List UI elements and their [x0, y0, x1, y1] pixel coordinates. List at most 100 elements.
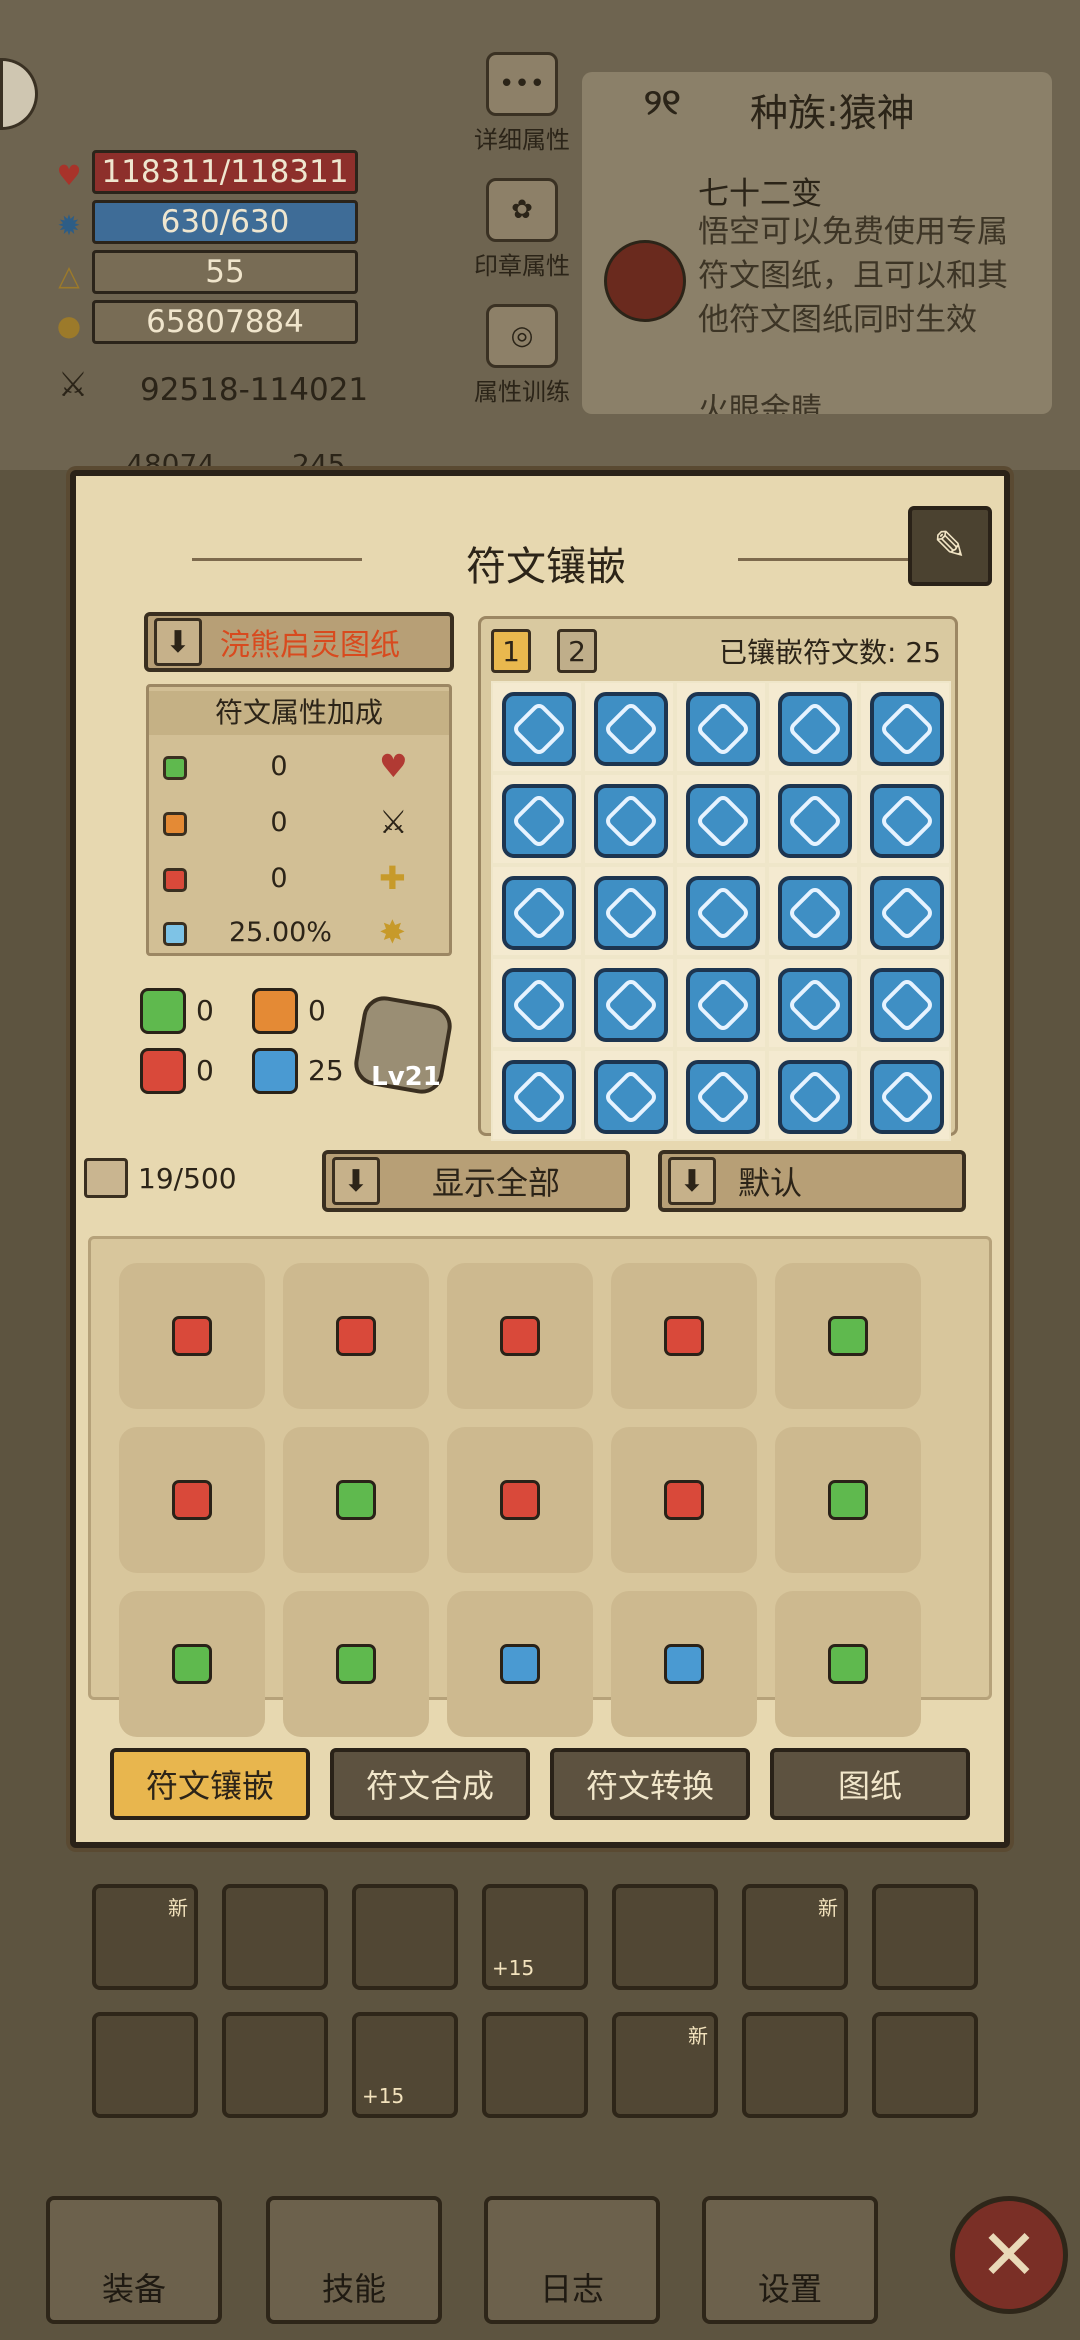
equipment-slot[interactable]: 新 [92, 1884, 198, 1990]
rune-slot[interactable] [583, 773, 675, 865]
blue-rune-icon [870, 876, 944, 950]
close-button[interactable]: ✕ [950, 2196, 1068, 2314]
equipment-slot[interactable] [612, 1884, 718, 1990]
nav-settings[interactable]: 设置 [702, 2196, 878, 2324]
page-tab-1[interactable]: 1 [491, 629, 531, 673]
inventory-slot[interactable] [283, 1427, 429, 1573]
inventory-slot[interactable] [611, 1591, 757, 1737]
arrow-down-icon: ⬇ [668, 1157, 716, 1205]
rune-slot[interactable] [675, 1049, 767, 1141]
equipment-slot[interactable]: 新 [612, 2012, 718, 2118]
inventory-slot[interactable] [447, 1591, 593, 1737]
swords-icon: ⚔ [57, 365, 89, 405]
rune-slot[interactable] [583, 1049, 675, 1141]
rune-slot[interactable] [583, 681, 675, 773]
equipment-slot[interactable] [352, 1884, 458, 1990]
blue-rune-icon [594, 968, 668, 1042]
inventory-slot[interactable] [119, 1427, 265, 1573]
dialog-title: 符文镶嵌 [466, 544, 626, 590]
equipment-slot[interactable]: +15 [482, 1884, 588, 1990]
blue-count: 25 [308, 1054, 344, 1087]
inventory-slot[interactable] [283, 1263, 429, 1409]
equipment-slot[interactable]: +15 [352, 2012, 458, 2118]
rune-attr-box: 符文属性加成 0 ♥ 0 ⚔ 0 ✚ 25.00% ✸ [146, 684, 452, 956]
rune-slot[interactable] [859, 773, 951, 865]
rune-slot[interactable] [859, 957, 951, 1049]
inventory-slot[interactable] [447, 1263, 593, 1409]
blue-rune-icon [870, 1060, 944, 1134]
rune-slot[interactable] [859, 1049, 951, 1141]
attr-header: 符文属性加成 [149, 691, 449, 735]
star-burst-icon: ✸ [379, 913, 406, 951]
tab-rune-inlay[interactable]: 符文镶嵌 [110, 1748, 310, 1820]
inventory-slot[interactable] [611, 1427, 757, 1573]
equipment-slot[interactable] [872, 1884, 978, 1990]
rune-slot[interactable] [675, 865, 767, 957]
attr-row-green: 0 ♥ [149, 743, 449, 793]
tab-rune-convert[interactable]: 符文转换 [550, 1748, 750, 1820]
detail-label: 详细属性 [474, 126, 570, 154]
rune-slot[interactable] [675, 681, 767, 773]
green-count: 0 [196, 994, 214, 1027]
level-badge: Lv21 [371, 1062, 441, 1092]
rune-slot[interactable] [675, 773, 767, 865]
blue-rune-icon [686, 1060, 760, 1134]
blue-rune-icon [502, 784, 576, 858]
inventory-slot[interactable] [775, 1591, 921, 1737]
nav-equipment[interactable]: 装备 [46, 2196, 222, 2324]
race-panel: ୨୧ 种族:猿神 七十二变 悟空可以免费使用专属符文图纸，且可以和其他符文图纸同… [582, 72, 1052, 414]
rune-slot[interactable] [491, 957, 583, 1049]
equipment-slot[interactable] [482, 2012, 588, 2118]
page-tab-2[interactable]: 2 [557, 629, 597, 673]
inventory-slot[interactable] [119, 1591, 265, 1737]
inlaid-count: 已镶嵌符文数: 25 [719, 636, 941, 669]
blue-rune-icon [252, 1048, 298, 1094]
blueprint-select[interactable]: ⬇ 浣熊启灵图纸 [144, 612, 454, 672]
arrow-down-icon: ⬇ [332, 1157, 380, 1205]
blue-rune-icon [778, 692, 852, 766]
nav-log-label: 日志 [539, 2270, 604, 2308]
tab-blueprint[interactable]: 图纸 [770, 1748, 970, 1820]
brush-icon: ✎ [933, 523, 967, 569]
inventory-slot[interactable] [611, 1263, 757, 1409]
edit-button[interactable]: ✎ [908, 506, 992, 586]
inventory-slot[interactable] [775, 1263, 921, 1409]
nav-skills[interactable]: 技能 [266, 2196, 442, 2324]
red-rune-icon [336, 1316, 376, 1356]
rune-slot[interactable] [767, 773, 859, 865]
swords-icon: ⚔ [379, 803, 408, 841]
equipment-slot[interactable] [872, 2012, 978, 2118]
tab-rune-synthesis[interactable]: 符文合成 [330, 1748, 530, 1820]
inventory-slot[interactable] [447, 1427, 593, 1573]
rune-slot[interactable] [583, 865, 675, 957]
inventory-slot[interactable] [283, 1591, 429, 1737]
inventory-slot[interactable] [119, 1263, 265, 1409]
equipment-slot[interactable]: 新 [742, 1884, 848, 1990]
rune-slot[interactable] [491, 865, 583, 957]
rune-slot[interactable] [583, 957, 675, 1049]
equipment-slot[interactable] [222, 1884, 328, 1990]
seal-label: 印章属性 [474, 252, 570, 280]
rune-slot[interactable] [491, 773, 583, 865]
rune-slot[interactable] [491, 681, 583, 773]
nav-log[interactable]: 日志 [484, 2196, 660, 2324]
rune-slot[interactable] [767, 681, 859, 773]
rune-slot[interactable] [675, 957, 767, 1049]
rune-slot[interactable] [767, 957, 859, 1049]
blue-dot [163, 922, 187, 946]
rune-slot[interactable] [767, 1049, 859, 1141]
sort-select[interactable]: ⬇ 默认 [658, 1150, 966, 1212]
rune-inventory [88, 1236, 992, 1737]
rune-slot[interactable] [767, 865, 859, 957]
rune-slot[interactable] [859, 865, 951, 957]
inventory-slot[interactable] [775, 1427, 921, 1573]
filter-select[interactable]: ⬇ 显示全部 [322, 1150, 630, 1212]
rune-slot[interactable] [859, 681, 951, 773]
equipment-slot[interactable] [222, 2012, 328, 2118]
equipment-slot[interactable] [742, 2012, 848, 2118]
green-rune-icon [828, 1644, 868, 1684]
dots-icon: ••• [486, 52, 558, 116]
attr-value: 0 [270, 863, 288, 894]
rune-slot[interactable] [491, 1049, 583, 1141]
equipment-slot[interactable] [92, 2012, 198, 2118]
